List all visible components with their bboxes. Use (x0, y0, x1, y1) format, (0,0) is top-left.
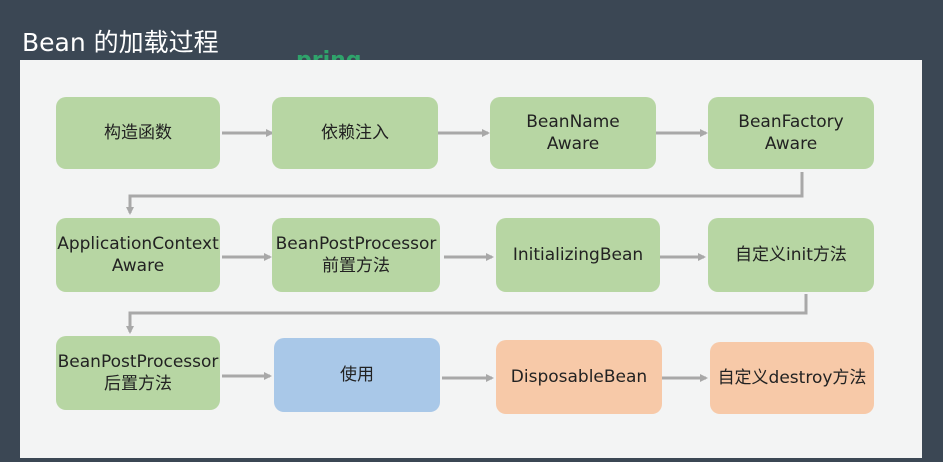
step-label: 自定义init方法 (735, 245, 847, 265)
step-beanpostprocessor-after: BeanPostProcessor 后置方法 (56, 336, 220, 410)
step-label: 使用 (340, 365, 374, 385)
step-label: BeanPostProcessor 前置方法 (275, 234, 437, 276)
step-label: InitializingBean (512, 245, 644, 265)
step-custom-destroy: 自定义destroy方法 (710, 342, 874, 414)
step-applicationcontext-aware: ApplicationContext Aware (56, 218, 220, 292)
diagram-panel: 构造函数 依赖注入 BeanName Aware BeanFactory Awa… (20, 60, 922, 458)
step-constructor: 构造函数 (56, 97, 220, 169)
wrap-arrow-2 (126, 294, 808, 334)
step-beanname-aware: BeanName Aware (490, 97, 656, 169)
step-label: BeanPostProcessor 后置方法 (57, 352, 219, 394)
step-label: 自定义destroy方法 (717, 368, 867, 388)
step-beanpostprocessor-before: BeanPostProcessor 前置方法 (272, 218, 440, 292)
wrap-arrow-1 (126, 172, 804, 215)
step-dependency-injection: 依赖注入 (272, 97, 438, 169)
step-custom-init: 自定义init方法 (708, 218, 874, 292)
step-label: DisposableBean (510, 367, 648, 387)
step-disposablebean: DisposableBean (496, 340, 662, 414)
step-use: 使用 (274, 338, 440, 412)
step-label: 依赖注入 (321, 123, 389, 143)
step-label: 构造函数 (104, 123, 172, 143)
partial-heading-text: pring (296, 48, 362, 60)
step-label: ApplicationContext Aware (57, 234, 219, 276)
step-initializingbean: InitializingBean (496, 218, 660, 292)
step-beanfactory-aware: BeanFactory Aware (708, 97, 874, 169)
step-label: BeanName Aware (526, 112, 620, 154)
page-title: Bean 的加载过程 (22, 28, 219, 57)
step-label: BeanFactory Aware (738, 112, 844, 154)
